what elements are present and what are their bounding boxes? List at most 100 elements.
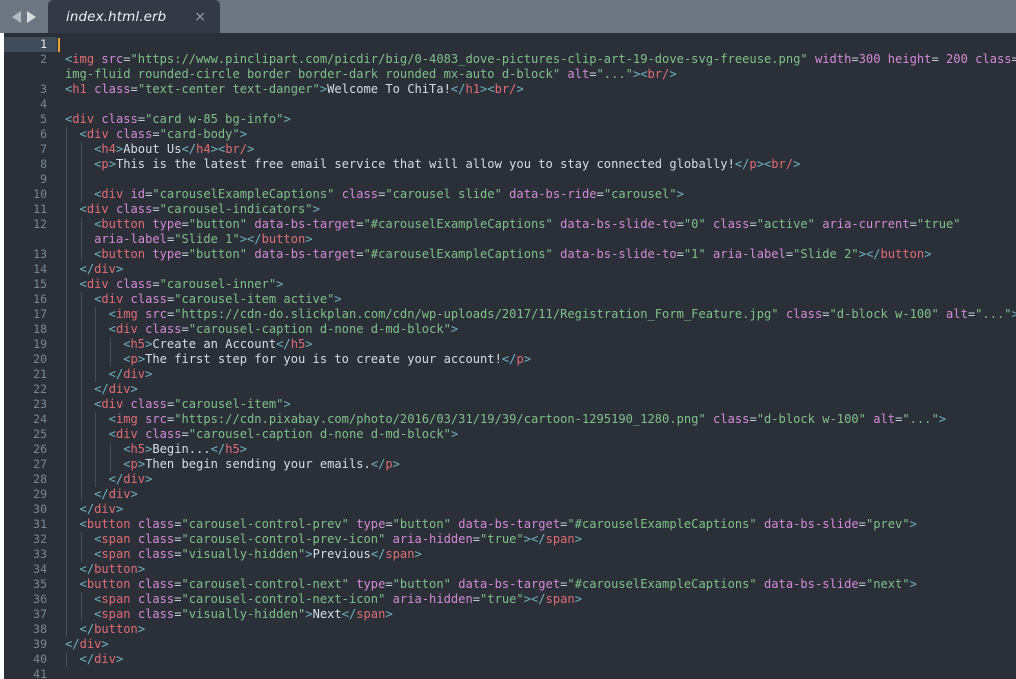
code-line[interactable]: </button> [65, 562, 1016, 577]
code-token: = [181, 247, 189, 261]
line-number: 3 [40, 82, 47, 96]
code-line[interactable]: <div class="carousel-item active"> [65, 292, 1016, 307]
code-token: data-bs-slide-to [560, 217, 677, 231]
code-line[interactable]: aria-label="Slide 1"></button> [65, 232, 1016, 247]
line-number: 4 [40, 97, 47, 111]
code-line[interactable] [65, 97, 1016, 112]
code-token: = [858, 577, 866, 591]
code-line[interactable]: </div> [65, 487, 1016, 502]
line-number: 25 [33, 427, 47, 441]
code-line[interactable]: <div class="carousel-caption d-none d-md… [65, 427, 1016, 442]
indent-guide [109, 337, 111, 367]
code-line[interactable]: </div> [65, 382, 1016, 397]
code-token: data-bs-slide-to [560, 247, 677, 261]
code-line[interactable]: <img src = "https://cdn.pixabay.com/photo/… [65, 412, 1016, 427]
code-token: > [574, 592, 582, 606]
code-token: p [130, 457, 138, 471]
code-line[interactable]: <div class="carousel-indicators"> [65, 202, 1016, 217]
code-token: > [145, 472, 153, 486]
code-token: class [145, 322, 182, 336]
code-token: = [931, 52, 947, 66]
code-line[interactable]: </div> [65, 652, 1016, 667]
code-token: </ [734, 157, 750, 171]
code-token: div [115, 322, 138, 336]
code-editor[interactable]: 1 2 3 4 5 6 7 8 9 10 11 12 13 14 15 16 17 18 19 20 21 22 23 24 2… [0, 33, 1016, 679]
code-line[interactable] [65, 667, 1016, 679]
code-token: = [385, 577, 393, 591]
code-token: "text-center text-danger" [137, 82, 320, 96]
code-line[interactable]: <div id="carouselExampleCaptions" class=… [65, 187, 1016, 202]
code-token: class [94, 82, 131, 96]
code-token: img [115, 412, 138, 426]
close-icon[interactable]: × [168, 10, 206, 24]
code-line[interactable]: <div class="card-body"> [65, 127, 1016, 142]
editor-tab-index-html-erb[interactable]: index.html.erb × [48, 0, 220, 33]
code-line[interactable]: </button> [65, 622, 1016, 637]
line-number: 18 [33, 322, 47, 336]
code-token: 300 [858, 52, 881, 66]
triangle-right-icon[interactable] [27, 10, 36, 23]
code-line[interactable]: <p>This is the latest free email service… [65, 157, 1016, 172]
code-line[interactable]: <p>Then begin sending your emails.</p> [65, 457, 1016, 472]
code-line[interactable]: <img src = "https://cdn-do.slickplan.com/c… [65, 307, 1016, 322]
code-token: data-bs-ride [509, 187, 597, 201]
code-line[interactable]: img-fluid rounded-circle border border-d… [65, 67, 1016, 82]
code-token: = [749, 217, 757, 231]
code-line[interactable]: <button type="button" data-bs-target="#c… [65, 247, 1016, 262]
code-line[interactable]: <img src="https://www.pinclipart.com/pic… [65, 52, 1016, 67]
code-token: span [101, 532, 131, 546]
code-line[interactable] [65, 37, 1016, 52]
code-line[interactable]: </div> [65, 262, 1016, 277]
code-line[interactable]: <div class="carousel-item"> [65, 397, 1016, 412]
triangle-left-icon[interactable] [12, 10, 21, 23]
code-line[interactable] [65, 172, 1016, 187]
code-line[interactable]: < h1 class="text-center text-danger" > Welc… [65, 82, 1016, 97]
code-line[interactable]: <span class="carousel-control-prev-icon"… [65, 532, 1016, 547]
code-line[interactable]: </div> [65, 472, 1016, 487]
code-token: img [115, 307, 138, 321]
code-line[interactable]: <span class="visually-hidden">Next</span… [65, 607, 1016, 622]
code-token: div [101, 187, 124, 201]
code-line[interactable]: <button class="carousel-control-prev" ty… [65, 517, 1016, 532]
code-token: "carousel-control-prev" [181, 517, 349, 531]
code-token: div [72, 112, 95, 126]
code-token: > [101, 637, 109, 651]
code-token: < [65, 187, 102, 201]
code-token: > [137, 352, 146, 366]
code-token: "prev" [865, 517, 910, 531]
code-token: aria-hidden [392, 532, 473, 546]
code-line[interactable]: <button type="button" data-bs-target="#c… [65, 217, 1016, 232]
code-token: = [174, 592, 182, 606]
tab-nav-arrows[interactable] [0, 0, 48, 33]
code-line[interactable]: <p>The first step for you is to create y… [65, 352, 1016, 367]
code-token: = [152, 127, 160, 141]
code-line[interactable]: <h5>Begin...</h5> [65, 442, 1016, 457]
code-line[interactable]: <h5>Create an Account</h5> [65, 337, 1016, 352]
code-token: class [785, 307, 823, 321]
code-line[interactable]: <div class="card w-85 bg-info"> [65, 112, 1016, 127]
code-area[interactable]: <img src="https://www.pinclipart.com/pic… [57, 33, 1016, 679]
line-number: 40 [33, 652, 47, 666]
code-line[interactable]: <div class="carousel-inner"> [65, 277, 1016, 292]
code-token: </ [65, 487, 109, 501]
code-token: = [181, 217, 189, 231]
code-token: class [137, 607, 175, 621]
code-token: = [589, 67, 597, 81]
code-line[interactable]: </div> [65, 502, 1016, 517]
code-line[interactable]: <div class="carousel-caption d-none d-md… [65, 322, 1016, 337]
code-line[interactable]: <h4>About Us</h4><br/> [65, 142, 1016, 157]
code-line[interactable]: </div> [65, 637, 1016, 652]
code-line[interactable]: <span class="visually-hidden">Previous</… [65, 547, 1016, 562]
code-line[interactable]: </div> [65, 367, 1016, 382]
code-line[interactable]: <span class="carousel-control-next-icon"… [65, 592, 1016, 607]
line-number: 6 [40, 127, 47, 141]
code-token: button [86, 577, 131, 591]
code-line[interactable]: <button class="carousel-control-next" ty… [65, 577, 1016, 592]
